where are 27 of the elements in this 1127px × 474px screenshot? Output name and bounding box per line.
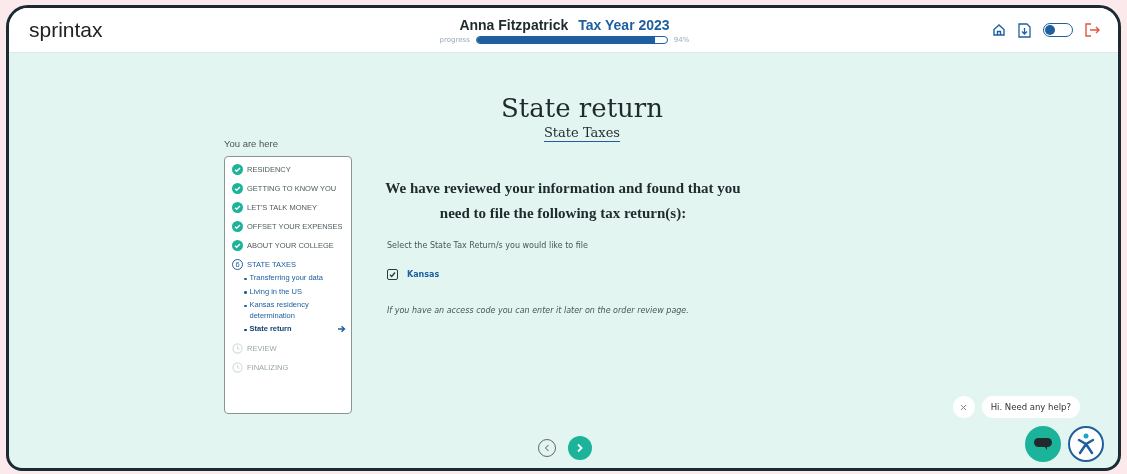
chevron-right-icon	[576, 443, 584, 453]
logout-icon[interactable]	[1085, 23, 1100, 37]
chat-bubble-icon	[1033, 437, 1053, 451]
home-icon[interactable]	[992, 23, 1006, 37]
access-code-note: If you have an access code you can enter it later on the order review page.	[387, 306, 690, 315]
sidebar-title: You are here	[224, 138, 280, 149]
download-icon[interactable]	[1018, 22, 1031, 38]
state-option-label[interactable]: Kansas	[407, 270, 440, 279]
review-heading: We have reviewed your information and found that you need to file the following tax return(s):	[384, 179, 742, 223]
bullet-icon	[244, 304, 247, 307]
close-icon	[960, 403, 968, 411]
sprintax-logo[interactable]: sprintax	[29, 18, 289, 42]
page-title: State return	[500, 93, 663, 123]
chevron-left-icon	[544, 444, 550, 452]
accessibility-button[interactable]	[1068, 426, 1104, 462]
bullet-icon	[244, 291, 247, 294]
chat-button[interactable]	[1025, 426, 1061, 462]
page-subtitle: State Taxes	[543, 125, 620, 142]
arrow-icon	[338, 325, 346, 334]
checkbox[interactable]	[387, 269, 398, 280]
tax-year: Tax Year 2023	[578, 16, 670, 33]
user-name: Anna Fitzpatrick	[459, 16, 569, 33]
chat-message: Hi. Need any help?	[981, 396, 1080, 418]
instruction-text: Select the State Tax Return/s you would like to file	[387, 241, 589, 250]
bullet-icon	[244, 277, 247, 280]
person-icon	[1076, 432, 1096, 456]
bullet-icon	[244, 328, 247, 331]
